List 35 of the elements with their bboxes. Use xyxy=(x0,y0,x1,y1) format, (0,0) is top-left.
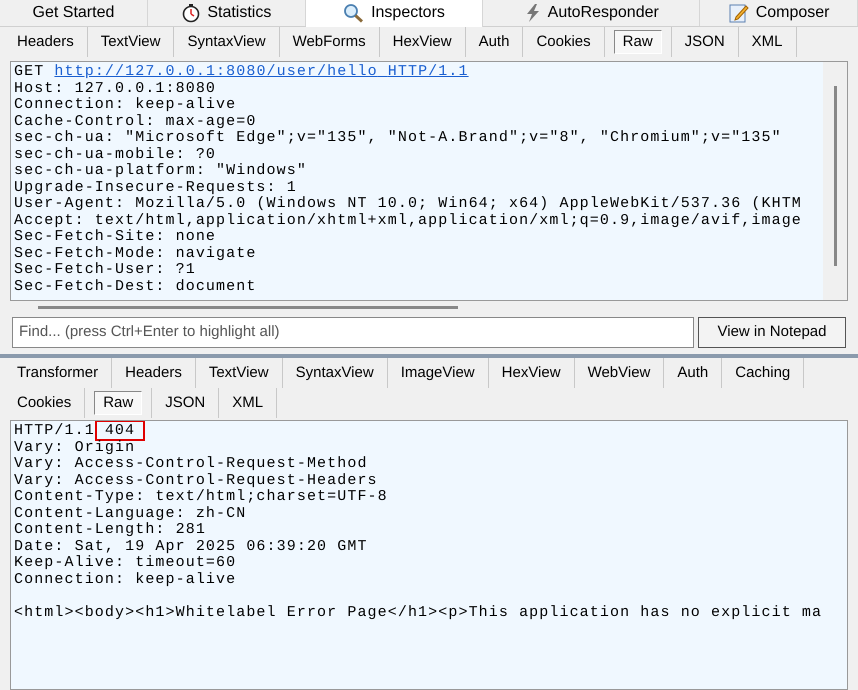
inspector-tab[interactable]: HexView xyxy=(498,360,565,386)
horizontal-scrollbar[interactable] xyxy=(38,306,458,308)
inspector-tab[interactable]: Raw xyxy=(614,30,662,54)
inspector-tab[interactable]: Cookies xyxy=(532,30,595,54)
inspector-tab[interactable]: WebForms xyxy=(288,30,370,54)
inspector-tab[interactable]: TextView xyxy=(204,360,273,386)
inspector-tab[interactable]: ImageView xyxy=(396,360,479,386)
request-raw-text: GET http://127.0.0.1:8080/user/hello HTTP/1.1 Host: 127.0.0.1:8080 Connection: keep-alive Cache-Control: max-age=0 sec-ch-ua: "Microsoft Edge";v="135", "Not-A.Brand";v="8", "Chromium";v="135" sec-ch-ua-mobile: ?0 sec-ch-ua-platform: "Windows" Upgrade-Insecure-Requests: 1 User-Agent: Mozilla/5.0 (Windows NT 10.0; Win64; x64) AppleWebKit/537.36 (KHTM Accept: text/html,application/xhtml+xml,application/xml;q=0.9,image/avif,image Sec-Fetch-Site: none Sec-Fetch-Mode: navigate Sec-Fetch-User: ?1 Sec-Fetch-Dest: document xyxy=(13,62,803,296)
inspector-tab[interactable]: SyntaxView xyxy=(292,360,378,386)
inspector-tab[interactable]: Cookies xyxy=(13,390,76,416)
inspector-tab[interactable]: HexView xyxy=(388,30,456,54)
inspector-tab[interactable]: XML xyxy=(228,390,268,416)
stopwatch-icon xyxy=(181,3,202,23)
inspector-tab[interactable]: XML xyxy=(748,30,787,54)
inspector-tab[interactable]: WebView xyxy=(584,360,654,386)
inspector-tab[interactable]: Auth xyxy=(474,30,514,54)
inspector-tab[interactable]: Caching xyxy=(731,360,794,386)
request-url-link[interactable]: http://127.0.0.1:8080/user/hello HTTP/1.1 xyxy=(54,63,469,80)
inspector-tab[interactable]: Transformer xyxy=(13,360,102,386)
magnifier-icon xyxy=(343,2,366,22)
edit-document-icon xyxy=(728,2,750,24)
inspector-tab[interactable]: SyntaxView xyxy=(183,30,270,54)
response-raw-text: HTTP/1.1 404 Vary: Origin Vary: Access-Control-Request-Method Vary: Access-Control-Request-Headers Content-Type: text/html;charset=UTF-8 Content-Language: zh-CN Content-Length: 281 Date: Sat, 19 Apr 2025 06:39:20 GMT Keep-Alive: timeout=60 Connection: keep-alive <html><body><h1>Whitelabel Error Page</h1><p>This application has no explicit ma xyxy=(13,421,824,621)
view-in-notepad-button[interactable]: View in Notepad xyxy=(698,317,846,348)
inspector-tab[interactable]: Auth xyxy=(673,360,712,386)
inspector-tab[interactable]: Headers xyxy=(13,30,78,54)
inspector-tab[interactable]: Headers xyxy=(121,360,186,386)
inspector-tab[interactable]: JSON xyxy=(161,390,210,416)
main-tab[interactable]: Inspectors xyxy=(306,0,484,27)
status-code: 404 xyxy=(94,421,146,441)
inspector-tab[interactable]: Raw xyxy=(94,390,142,416)
vertical-scrollbar[interactable] xyxy=(834,86,836,266)
inspector-tab[interactable]: JSON xyxy=(680,30,729,54)
inspector-tab[interactable]: TextView xyxy=(96,30,164,54)
find-field[interactable]: Find... (press Ctrl+Enter to highlight all) xyxy=(12,317,694,348)
